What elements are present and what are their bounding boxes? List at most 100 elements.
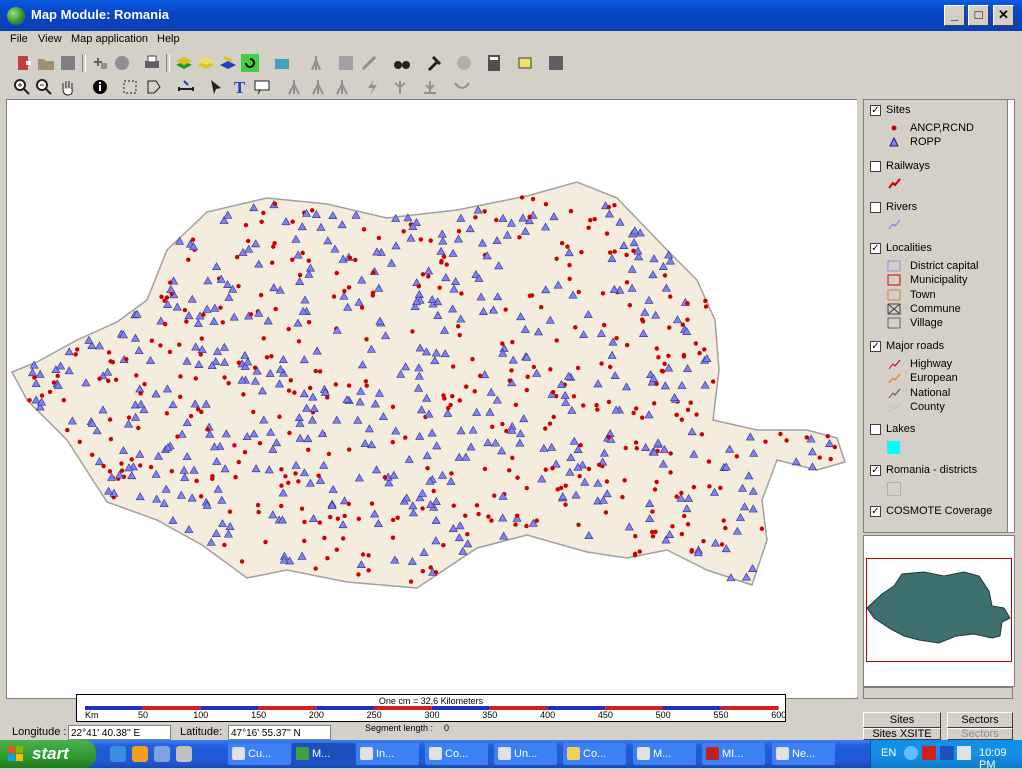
ancp-site-marker[interactable] xyxy=(492,493,497,498)
sites-xsite-button[interactable]: Sites XSITE xyxy=(863,728,941,740)
ancp-site-marker[interactable] xyxy=(269,354,274,359)
ancp-site-marker[interactable] xyxy=(162,321,168,327)
ie-icon[interactable] xyxy=(110,746,126,762)
pan-hand-icon[interactable] xyxy=(58,77,78,97)
ancp-site-marker[interactable] xyxy=(257,440,263,446)
ancp-site-marker[interactable] xyxy=(476,511,481,517)
ancp-site-marker[interactable] xyxy=(482,466,488,472)
ancp-site-marker[interactable] xyxy=(129,457,134,462)
ancp-site-marker[interactable] xyxy=(39,393,45,398)
ancp-site-marker[interactable] xyxy=(607,364,613,370)
taskbar-task[interactable]: MI... xyxy=(702,743,765,765)
ancp-site-marker[interactable] xyxy=(828,456,833,462)
ancp-site-marker[interactable] xyxy=(573,325,578,330)
ancp-site-marker[interactable] xyxy=(575,365,581,371)
ancp-site-marker[interactable] xyxy=(547,421,553,426)
ancp-site-marker[interactable] xyxy=(463,513,468,518)
ancp-site-marker[interactable] xyxy=(331,294,337,299)
ancp-site-marker[interactable] xyxy=(718,485,723,491)
ancp-site-marker[interactable] xyxy=(119,468,125,473)
ancp-site-marker[interactable] xyxy=(463,384,469,389)
ancp-site-marker[interactable] xyxy=(624,342,630,348)
overview-scrollbar[interactable] xyxy=(863,687,1013,699)
ancp-site-marker[interactable] xyxy=(353,257,358,263)
ancp-site-marker[interactable] xyxy=(817,455,822,460)
taskbar-task[interactable]: Cu... xyxy=(228,743,291,765)
ancp-site-marker[interactable] xyxy=(691,484,697,490)
ancp-site-marker[interactable] xyxy=(193,376,198,381)
ancp-site-marker[interactable] xyxy=(108,436,114,442)
ancp-site-marker[interactable] xyxy=(494,217,499,223)
select-rect-icon[interactable] xyxy=(120,77,140,97)
coverage-icon[interactable] xyxy=(452,77,472,97)
ancp-site-marker[interactable] xyxy=(472,389,477,394)
ancp-site-marker[interactable] xyxy=(390,440,395,445)
pointer-icon[interactable] xyxy=(206,77,226,97)
ancp-site-marker[interactable] xyxy=(441,254,447,259)
ancp-site-marker[interactable] xyxy=(693,341,699,346)
menu-view[interactable]: View xyxy=(38,33,62,45)
ancp-site-marker[interactable] xyxy=(439,258,444,264)
ancp-site-marker[interactable] xyxy=(668,294,673,299)
ancp-site-marker[interactable] xyxy=(654,346,659,351)
checkbox-rivers[interactable] xyxy=(870,202,881,213)
ancp-site-marker[interactable] xyxy=(515,513,520,518)
ancp-site-marker[interactable] xyxy=(697,350,702,356)
map-scrollbar[interactable] xyxy=(857,99,861,697)
ancp-site-marker[interactable] xyxy=(263,539,268,545)
ancp-site-marker[interactable] xyxy=(543,201,549,207)
ancp-site-marker[interactable] xyxy=(490,424,495,430)
taskbar-task[interactable]: Co... xyxy=(425,743,488,765)
ancp-site-marker[interactable] xyxy=(73,352,78,357)
ancp-site-marker[interactable] xyxy=(500,421,505,427)
ancp-site-marker[interactable] xyxy=(576,289,581,295)
ancp-site-marker[interactable] xyxy=(307,385,313,391)
info-icon[interactable] xyxy=(90,77,110,97)
ancp-site-marker[interactable] xyxy=(328,514,333,520)
sites-button[interactable]: Sites xyxy=(863,712,941,728)
ancp-site-marker[interactable] xyxy=(369,501,375,506)
ancp-site-marker[interactable] xyxy=(592,217,597,222)
taskbar-task[interactable]: Ne... xyxy=(772,743,835,765)
ancp-site-marker[interactable] xyxy=(158,343,163,348)
antenna-icon[interactable] xyxy=(390,77,410,97)
ancp-site-marker[interactable] xyxy=(296,339,302,344)
ancp-site-marker[interactable] xyxy=(198,494,204,499)
ancp-site-marker[interactable] xyxy=(395,515,400,520)
ancp-site-marker[interactable] xyxy=(633,406,639,411)
ancp-site-marker[interactable] xyxy=(317,520,323,525)
ancp-site-marker[interactable] xyxy=(309,208,315,213)
ancp-site-marker[interactable] xyxy=(606,435,611,440)
ancp-site-marker[interactable] xyxy=(342,513,347,519)
ancp-site-marker[interactable] xyxy=(576,522,581,527)
ancp-site-marker[interactable] xyxy=(124,357,129,362)
ancp-site-marker[interactable] xyxy=(596,462,602,467)
ancp-site-marker[interactable] xyxy=(531,364,537,370)
ancp-site-marker[interactable] xyxy=(364,337,369,342)
ancp-site-marker[interactable] xyxy=(654,381,659,387)
ancp-site-marker[interactable] xyxy=(710,379,716,384)
ancp-site-marker[interactable] xyxy=(271,244,276,249)
ancp-site-marker[interactable] xyxy=(525,374,530,379)
checkbox-major-roads[interactable]: ✓ xyxy=(870,341,881,352)
ancp-site-marker[interactable] xyxy=(261,210,266,216)
ancp-site-marker[interactable] xyxy=(371,270,376,275)
ancp-site-marker[interactable] xyxy=(627,303,633,308)
ancp-site-marker[interactable] xyxy=(199,336,205,341)
ancp-site-marker[interactable] xyxy=(662,361,667,367)
ancp-site-marker[interactable] xyxy=(515,475,520,480)
ancp-site-marker[interactable] xyxy=(376,235,382,241)
ancp-site-marker[interactable] xyxy=(612,249,617,254)
ancp-site-marker[interactable] xyxy=(243,222,249,228)
ancp-site-marker[interactable] xyxy=(233,474,238,480)
ancp-site-marker[interactable] xyxy=(637,549,642,554)
ancp-site-marker[interactable] xyxy=(656,355,661,360)
ancp-site-marker[interactable] xyxy=(529,293,535,298)
ancp-site-marker[interactable] xyxy=(524,523,529,529)
ancp-site-marker[interactable] xyxy=(272,201,278,207)
ancp-site-marker[interactable] xyxy=(317,369,323,374)
menu-file[interactable]: File xyxy=(10,33,28,45)
ancp-site-marker[interactable] xyxy=(403,435,408,440)
ancp-site-marker[interactable] xyxy=(342,288,347,294)
ancp-site-marker[interactable] xyxy=(286,480,291,486)
